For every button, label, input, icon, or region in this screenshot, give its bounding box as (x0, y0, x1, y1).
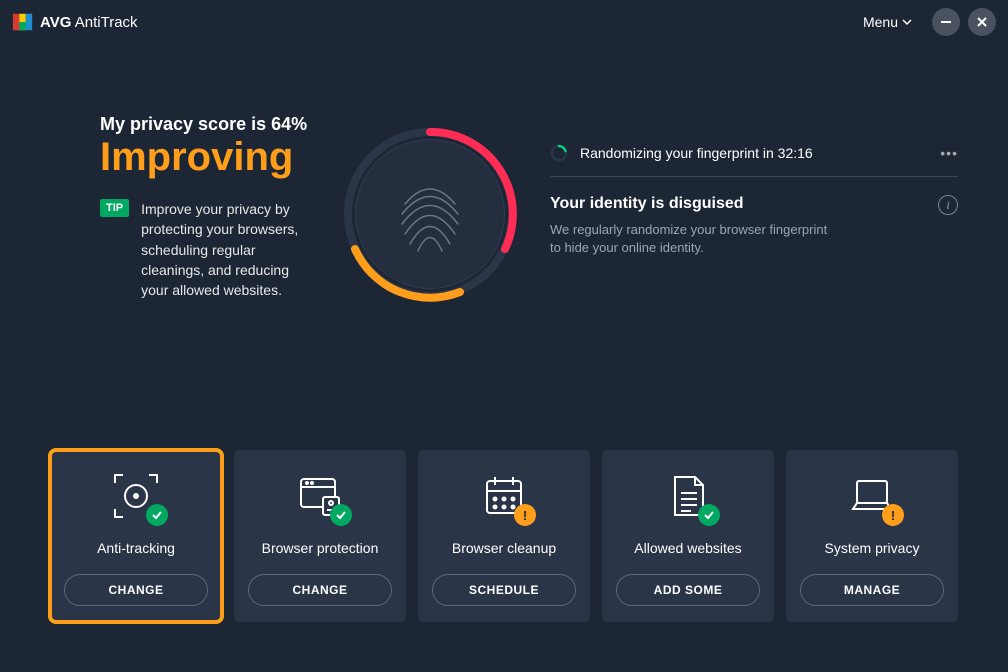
warning-icon: ! (882, 504, 904, 526)
check-icon (146, 504, 168, 526)
card-title: Anti-tracking (97, 540, 175, 556)
privacy-score-line: My privacy score is 64% (100, 114, 320, 135)
chevron-down-icon (902, 17, 912, 27)
card-browser-protection[interactable]: Browser protection CHANGE (234, 450, 406, 622)
app-logo: AVG AntiTrack (12, 11, 138, 33)
identity-title: Your identity is disguised (550, 195, 830, 213)
tip-text: Improve your privacy by protecting your … (141, 199, 320, 300)
card-browser-cleanup[interactable]: ! Browser cleanup SCHEDULE (418, 450, 590, 622)
check-icon (698, 504, 720, 526)
identity-description: We regularly randomize your browser fing… (550, 221, 830, 257)
card-title: Allowed websites (634, 540, 741, 556)
randomize-text: Randomizing your fingerprint in 32:16 (580, 145, 813, 161)
check-icon (330, 504, 352, 526)
tip-badge: TIP (100, 199, 129, 217)
avg-logo-icon (12, 11, 34, 33)
feature-cards: Anti-tracking CHANGE Browser protection … (50, 450, 958, 622)
more-options-button[interactable]: ••• (940, 145, 958, 161)
menu-button[interactable]: Menu (863, 14, 912, 30)
privacy-score-panel: My privacy score is 64% Improving TIP Im… (20, 114, 340, 304)
change-button[interactable]: CHANGE (64, 574, 208, 606)
minimize-button[interactable] (932, 8, 960, 36)
titlebar: AVG AntiTrack Menu (0, 0, 1008, 44)
fingerprint-icon (390, 169, 470, 259)
add-some-button[interactable]: ADD SOME (616, 574, 760, 606)
close-button[interactable] (968, 8, 996, 36)
schedule-button[interactable]: SCHEDULE (432, 574, 576, 606)
divider (550, 176, 958, 177)
privacy-status: Improving (100, 137, 320, 177)
app-title: AVG AntiTrack (40, 14, 138, 31)
randomize-status-row: Randomizing your fingerprint in 32:16 ••… (550, 144, 958, 162)
info-icon[interactable]: i (938, 195, 958, 215)
spinner-icon (550, 144, 568, 162)
change-button[interactable]: CHANGE (248, 574, 392, 606)
card-allowed-websites[interactable]: Allowed websites ADD SOME (602, 450, 774, 622)
card-title: Browser protection (262, 540, 379, 556)
warning-icon: ! (514, 504, 536, 526)
card-title: Browser cleanup (452, 540, 556, 556)
fingerprint-gauge (340, 124, 520, 304)
card-title: System privacy (825, 540, 920, 556)
card-system-privacy[interactable]: ! System privacy MANAGE (786, 450, 958, 622)
card-anti-tracking[interactable]: Anti-tracking CHANGE (50, 450, 222, 622)
manage-button[interactable]: MANAGE (800, 574, 944, 606)
